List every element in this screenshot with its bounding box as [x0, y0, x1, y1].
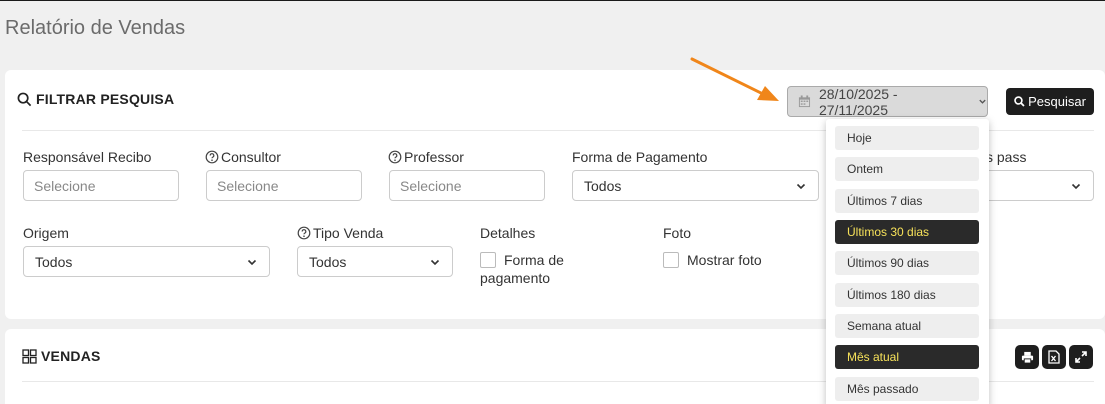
- chevron-down-icon: [430, 259, 440, 265]
- date-range-dropdown: Hoje Ontem Últimos 7 dias Últimos 30 dia…: [826, 119, 989, 404]
- professor-input[interactable]: Selecione: [389, 170, 545, 201]
- professor-label: Professor: [388, 149, 464, 165]
- tipo-venda-value: Todos: [309, 253, 347, 270]
- forma-pagamento-select[interactable]: Todos: [572, 170, 819, 201]
- tipo-venda-select[interactable]: Todos: [297, 246, 453, 277]
- print-icon: [1021, 351, 1033, 364]
- page-title: Relatório de Vendas: [5, 17, 186, 39]
- search-icon: [1014, 96, 1025, 107]
- responsavel-input[interactable]: Selecione: [23, 170, 179, 201]
- tipo-venda-label: Tipo Venda: [297, 225, 383, 241]
- help-circle-icon: [205, 150, 219, 164]
- origem-select[interactable]: Todos: [23, 246, 270, 277]
- preset-hoje[interactable]: Hoje: [835, 126, 979, 150]
- filter-title-text: FILTRAR PESQUISA: [36, 91, 175, 107]
- preset-ultimos-90-dias[interactable]: Últimos 90 dias: [835, 251, 979, 275]
- origem-label: Origem: [23, 225, 69, 241]
- partial-hidden-label: s pass: [986, 149, 1027, 165]
- preset-semana-atual[interactable]: Semana atual: [835, 314, 979, 338]
- vendas-title-text: VENDAS: [41, 348, 101, 364]
- forma-pagamento-checkbox-line2: pagamento: [480, 270, 551, 286]
- grid-icon: [22, 348, 37, 364]
- forma-pagamento-checkbox[interactable]: [480, 252, 496, 268]
- professor-label-text: Professor: [404, 149, 464, 165]
- forma-pagamento-checkbox-line1: Forma de: [504, 252, 564, 268]
- calendar-icon: [798, 95, 811, 108]
- chevron-down-icon: [796, 183, 806, 189]
- preset-mes-passado[interactable]: Mês passado: [835, 377, 979, 401]
- tipo-venda-label-text: Tipo Venda: [313, 225, 384, 241]
- forma-pagamento-value: Todos: [584, 177, 622, 194]
- expand-button[interactable]: [1069, 345, 1093, 369]
- foto-label: Foto: [663, 225, 692, 241]
- date-range-button[interactable]: 28/10/2025 - 27/11/2025: [787, 85, 988, 118]
- print-button[interactable]: [1015, 345, 1039, 369]
- preset-ontem[interactable]: Ontem: [835, 157, 979, 181]
- filter-title: FILTRAR PESQUISA: [17, 91, 174, 107]
- responsavel-label: Responsável Recibo: [23, 149, 152, 165]
- search-button[interactable]: Pesquisar: [1006, 88, 1094, 115]
- excel-icon: [1048, 350, 1060, 364]
- preset-ultimos-30-dias[interactable]: Últimos 30 dias: [835, 220, 979, 244]
- export-excel-button[interactable]: [1042, 345, 1066, 369]
- preset-ultimos-180-dias[interactable]: Últimos 180 dias: [835, 283, 979, 307]
- consultor-label: Consultor: [205, 149, 281, 165]
- detalhes-label: Detalhes: [480, 225, 536, 241]
- annotation-arrow: [690, 57, 779, 101]
- help-circle-icon: [297, 226, 311, 240]
- vendas-title: VENDAS: [22, 348, 101, 364]
- expand-icon: [1075, 351, 1087, 363]
- preset-ultimos-7-dias[interactable]: Últimos 7 dias: [835, 189, 979, 213]
- mostrar-foto-checkbox[interactable]: [663, 252, 679, 268]
- chevron-down-icon: [1071, 183, 1081, 189]
- help-circle-icon: [388, 150, 402, 164]
- mostrar-foto-label: Mostrar foto: [687, 252, 762, 268]
- search-icon: [17, 92, 32, 106]
- forma-pagamento-label: Forma de Pagamento: [572, 149, 708, 165]
- chevron-down-icon: [979, 99, 986, 104]
- date-range-text: 28/10/2025 - 27/11/2025: [818, 85, 898, 118]
- top-border: [0, 0, 1105, 1]
- search-button-label: Pesquisar: [1028, 94, 1086, 109]
- preset-mes-atual[interactable]: Mês atual: [835, 345, 979, 369]
- origem-value: Todos: [35, 253, 73, 270]
- chevron-down-icon: [247, 259, 257, 265]
- consultor-input[interactable]: Selecione: [206, 170, 362, 201]
- consultor-label-text: Consultor: [221, 149, 281, 165]
